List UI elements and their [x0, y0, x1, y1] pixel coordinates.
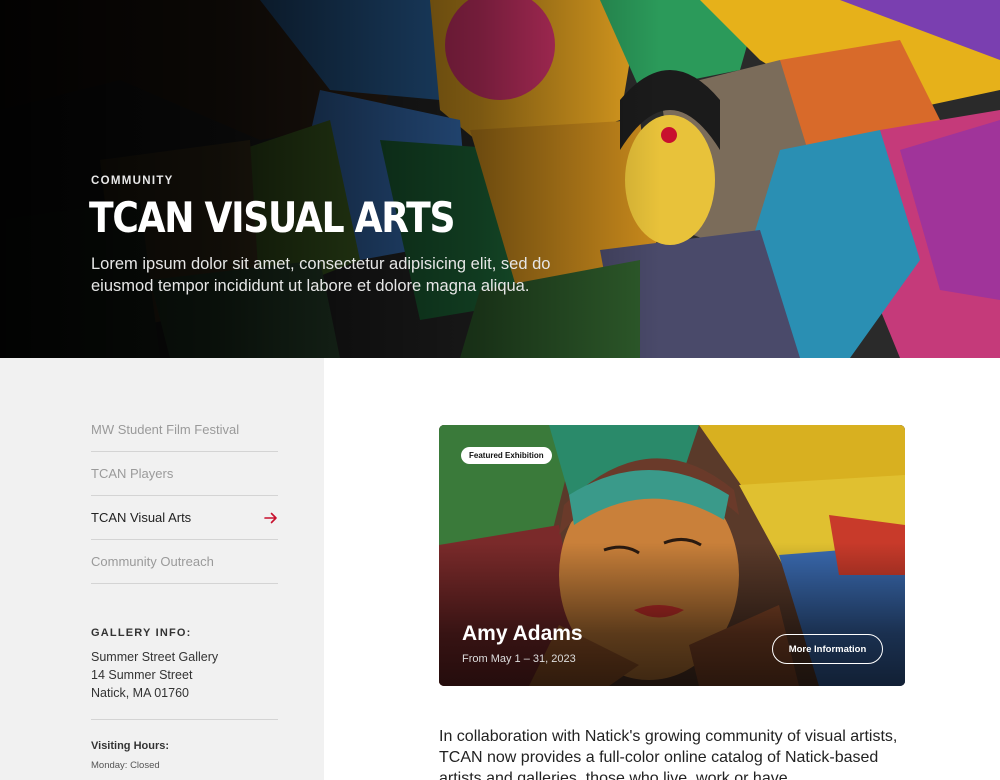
- exhibition-title: Amy Adams: [462, 622, 583, 645]
- sidebar-item-label: TCAN Players: [91, 466, 174, 481]
- arrow-right-icon: [264, 512, 277, 523]
- featured-exhibition-badge: Featured Exhibition: [461, 447, 552, 464]
- gallery-address: Summer Street Gallery 14 Summer Street N…: [91, 648, 218, 702]
- gallery-city: Natick, MA 01760: [91, 686, 189, 700]
- sidebar: MW Student Film Festival TCAN Players TC…: [0, 358, 324, 780]
- gallery-street: 14 Summer Street: [91, 668, 193, 682]
- sidebar-item-mw-student-film-festival[interactable]: MW Student Film Festival: [91, 408, 278, 452]
- intro-paragraph: In collaboration with Natick's growing c…: [439, 728, 898, 780]
- sidebar-item-tcan-players[interactable]: TCAN Players: [91, 452, 278, 496]
- divider: [91, 719, 278, 720]
- gallery-name: Summer Street Gallery: [91, 650, 219, 664]
- gallery-info-heading: GALLERY INFO:: [91, 627, 192, 639]
- sidebar-item-label: MW Student Film Festival: [91, 422, 240, 437]
- page-title: TCAN VISUAL ARTS: [89, 193, 456, 242]
- sidebar-item-label: TCAN Visual Arts: [91, 510, 192, 525]
- sidebar-item-tcan-visual-arts[interactable]: TCAN Visual Arts: [91, 496, 278, 540]
- hero-banner: COMMUNITY TCAN VISUAL ARTS Lorem ipsum d…: [0, 0, 1000, 358]
- sidebar-nav: MW Student Film Festival TCAN Players TC…: [91, 408, 278, 584]
- sidebar-item-label: Community Outreach: [91, 554, 214, 569]
- hero-subtitle: Lorem ipsum dolor sit amet, consectetur …: [91, 255, 551, 295]
- exhibition-date: From May 1 – 31, 2023: [462, 653, 576, 665]
- more-information-button[interactable]: More Information: [772, 634, 883, 664]
- sidebar-item-community-outreach[interactable]: Community Outreach: [91, 540, 278, 584]
- hero-eyebrow: COMMUNITY: [91, 175, 174, 187]
- featured-exhibition-card[interactable]: Featured Exhibition Amy Adams From May 1…: [439, 425, 905, 686]
- visiting-hours-heading: Visiting Hours:: [91, 740, 170, 752]
- visiting-hours-monday: Monday: Closed: [91, 760, 160, 771]
